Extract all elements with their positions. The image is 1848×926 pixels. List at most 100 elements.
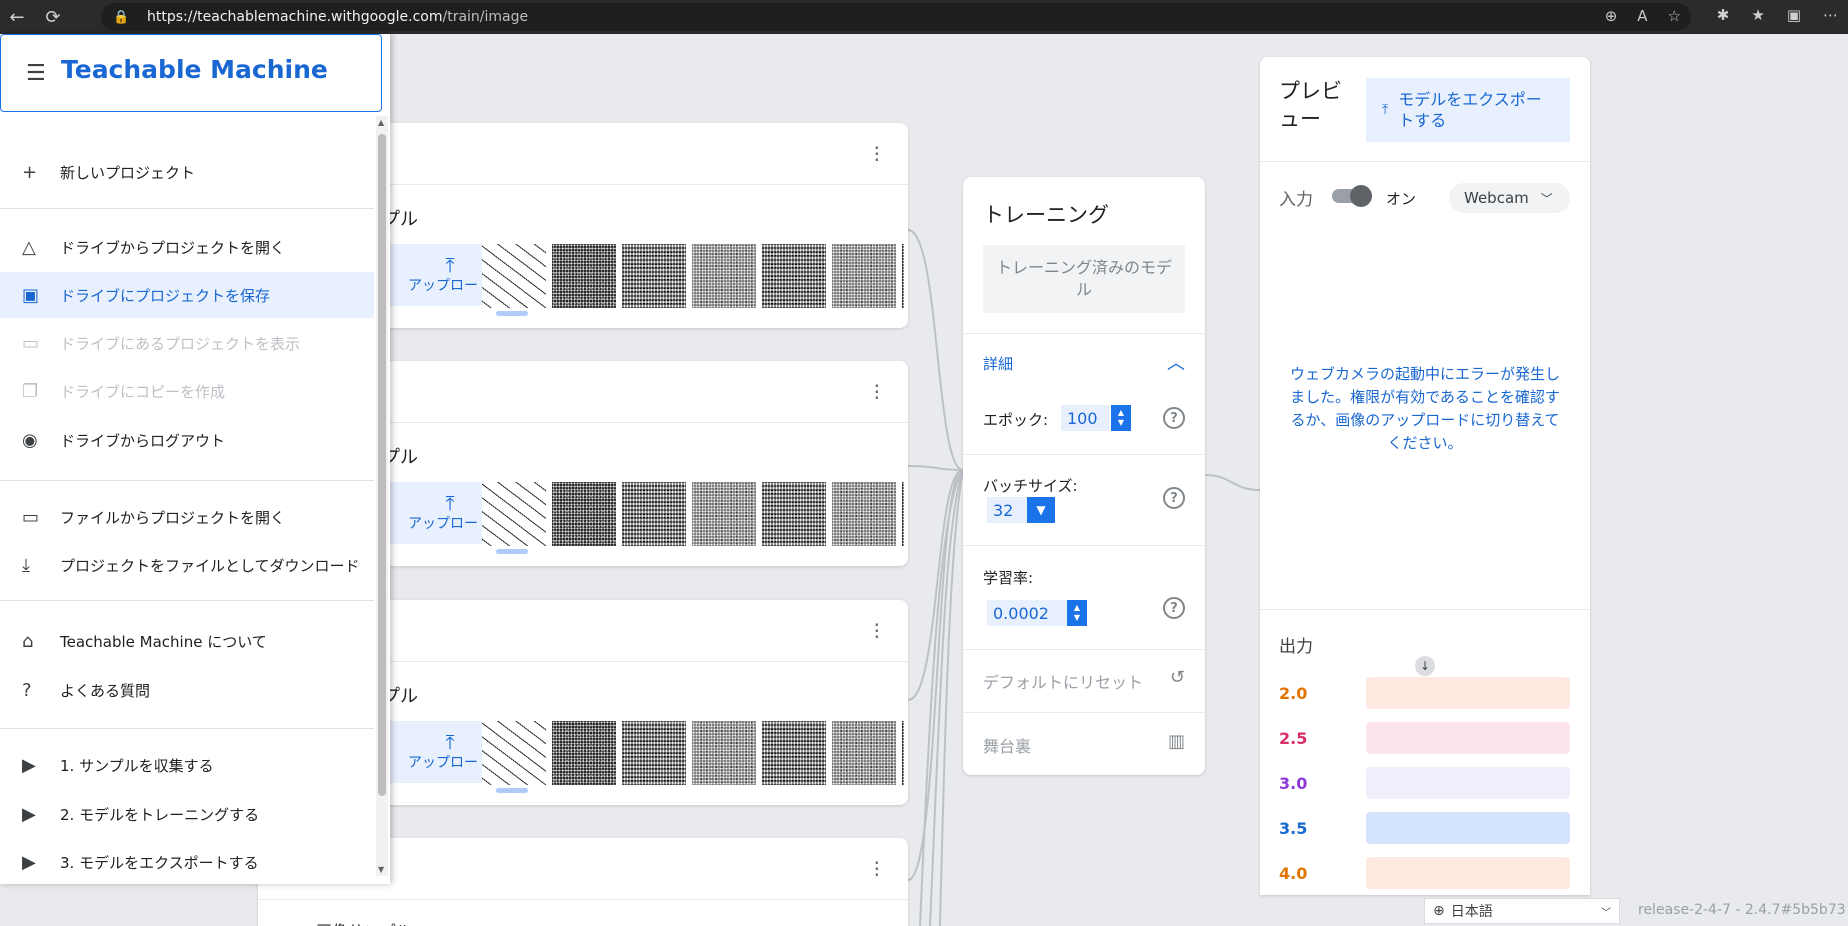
help-icon: ?: [22, 679, 32, 701]
sample-thumbnail[interactable]: [552, 482, 616, 546]
output-class-label: 2.5: [1279, 729, 1308, 748]
sample-thumbnail[interactable]: [832, 721, 896, 785]
input-source-select[interactable]: Webcam ﹀: [1449, 183, 1570, 213]
drawer-item-label: 3. モデルをエクスポートする: [60, 853, 259, 872]
sample-thumbnail[interactable]: [902, 244, 904, 308]
learning-rate-input[interactable]: 0.0002: [987, 600, 1067, 626]
under-the-hood-button[interactable]: 舞台裏: [983, 733, 1031, 757]
upload-icon: ⤒: [445, 253, 455, 277]
more-vert-icon[interactable]: · · ·: [874, 376, 880, 408]
output-row: 2.5: [1279, 722, 1571, 754]
sample-thumbnail[interactable]: [902, 482, 904, 546]
drawer-scrollbar[interactable]: ▲ ▼: [376, 116, 388, 876]
sample-thumbnail[interactable]: [622, 721, 686, 785]
history-icon[interactable]: ↺: [1170, 667, 1185, 688]
epochs-label: エポック:: [983, 411, 1049, 429]
divider: [0, 728, 374, 729]
divider: [963, 649, 1205, 650]
drawer-item[interactable]: + 新しいプロジェクト: [0, 149, 374, 195]
chevron-down-icon: ﹀: [1540, 191, 1553, 206]
output-label: 出力: [1279, 637, 1313, 657]
input-toggle[interactable]: [1332, 185, 1372, 207]
sample-thumbnail[interactable]: [692, 244, 756, 308]
sample-thumbnail[interactable]: [832, 482, 896, 546]
menu-icon[interactable]: ☰: [26, 61, 46, 86]
drawer-item[interactable]: ⌂ Teachable Machine について: [0, 618, 374, 664]
home-icon: ⌂: [22, 630, 34, 652]
divider: [1260, 161, 1590, 162]
sample-thumbnails: [482, 482, 904, 546]
account-icon: ◉: [22, 429, 38, 451]
webcam-error-message: ウェブカメラの起動中にエラーが発生しました。権限が有効であることを確認するか、画…: [1290, 365, 1561, 452]
sample-thumbnail[interactable]: [552, 721, 616, 785]
sample-thumbnail[interactable]: [762, 721, 826, 785]
play-icon: ▶: [22, 803, 36, 825]
thumbnail-scrollbar[interactable]: [496, 311, 528, 316]
drawer-item-label: 1. サンプルを収集する: [60, 756, 214, 775]
divider: [1260, 609, 1590, 610]
dropdown-arrow-icon[interactable]: ▼: [1027, 497, 1055, 523]
sample-thumbnail[interactable]: [692, 721, 756, 785]
sample-thumbnail[interactable]: [552, 244, 616, 308]
sample-thumbnail[interactable]: [762, 244, 826, 308]
sample-thumbnail[interactable]: [902, 721, 904, 785]
language-select[interactable]: ⊕ 日本語 ﹀: [1424, 898, 1620, 924]
more-vert-icon[interactable]: · · ·: [874, 853, 880, 885]
export-model-button[interactable]: ⤒ モデルをエクスポートする: [1366, 78, 1570, 142]
output-row: 4.0: [1279, 857, 1571, 889]
training-panel: トレーニング トレーニング済みのモデル 詳細 ︿ エポック: 100 ▲ ▼ ? …: [963, 177, 1205, 775]
toggle-state: オン: [1386, 190, 1417, 208]
output-class-label: 3.5: [1279, 819, 1308, 838]
sample-thumbnail[interactable]: [482, 721, 546, 785]
drawer-item[interactable]: ? よくある質問: [0, 667, 374, 713]
epochs-stepper[interactable]: ▲ ▼: [1111, 405, 1131, 431]
brand-title[interactable]: Teachable Machine: [61, 55, 328, 84]
help-icon[interactable]: ?: [1163, 597, 1185, 619]
chart-icon[interactable]: ▥: [1168, 731, 1185, 752]
drawer-item[interactable]: ◉ ドライブからログアウト: [0, 417, 374, 463]
drawer-item-label: ドライブからログアウト: [60, 431, 226, 450]
more-vert-icon[interactable]: · · ·: [874, 615, 880, 647]
reset-defaults-button[interactable]: デフォルトにリセット: [983, 669, 1143, 693]
epochs-input[interactable]: 100: [1061, 405, 1109, 431]
trained-model-button[interactable]: トレーニング済みのモデル: [983, 245, 1185, 313]
learning-rate-stepper[interactable]: ▲ ▼: [1067, 600, 1087, 626]
batch-size-label: バッチサイズ:: [983, 477, 1078, 495]
thumbnail-scrollbar[interactable]: [496, 788, 528, 793]
drawer-item[interactable]: ❐ ドライブにコピーを作成: [0, 368, 374, 414]
advanced-toggle[interactable]: 詳細: [983, 353, 1013, 374]
training-title: トレーニング: [983, 203, 1109, 227]
sample-thumbnail[interactable]: [692, 482, 756, 546]
copy-icon: ❐: [22, 380, 39, 402]
thumbnail-scrollbar[interactable]: [496, 549, 528, 554]
drawer-item[interactable]: ▭ ファイルからプロジェクトを開く: [0, 494, 374, 540]
drawer-item[interactable]: ▣ ドライブにプロジェクトを保存: [0, 272, 374, 318]
output-class-label: 4.0: [1279, 864, 1308, 883]
chevron-up-icon[interactable]: ︿: [1167, 349, 1185, 375]
drawer-item[interactable]: ▶ 1. サンプルを収集する: [0, 742, 374, 788]
sample-thumbnail[interactable]: [482, 244, 546, 308]
learning-rate-label: 学習率:: [983, 569, 1034, 587]
sample-thumbnail[interactable]: [482, 482, 546, 546]
more-vert-icon[interactable]: · · ·: [874, 138, 880, 170]
drawer-item[interactable]: ▶ 3. モデルをエクスポートする: [0, 839, 374, 885]
drawer-item[interactable]: ▶ 2. モデルをトレーニングする: [0, 791, 374, 837]
divider: [963, 454, 1205, 455]
help-icon[interactable]: ?: [1163, 487, 1185, 509]
play-icon: ▶: [22, 851, 36, 873]
sample-thumbnail[interactable]: [622, 244, 686, 308]
sample-thumbnail[interactable]: [832, 244, 896, 308]
divider: [0, 600, 374, 601]
batch-size-select[interactable]: 32: [987, 497, 1027, 523]
sample-thumbnail[interactable]: [622, 482, 686, 546]
chevron-down-icon: ﹀: [1601, 907, 1611, 919]
sample-thumbnail[interactable]: [762, 482, 826, 546]
drawer-item-label: Teachable Machine について: [60, 632, 267, 651]
help-icon[interactable]: ?: [1163, 407, 1185, 429]
drawer-item[interactable]: △ ドライブからプロジェクトを開く: [0, 224, 374, 270]
upload-icon: ⤒: [1382, 101, 1389, 118]
drawer-item-label: よくある質問: [60, 681, 151, 700]
input-label: 入力: [1279, 190, 1313, 210]
drawer-item[interactable]: ⤓ プロジェクトをファイルとしてダウンロード: [0, 542, 374, 588]
drawer-item[interactable]: ▭ ドライブにあるプロジェクトを表示: [0, 320, 374, 366]
